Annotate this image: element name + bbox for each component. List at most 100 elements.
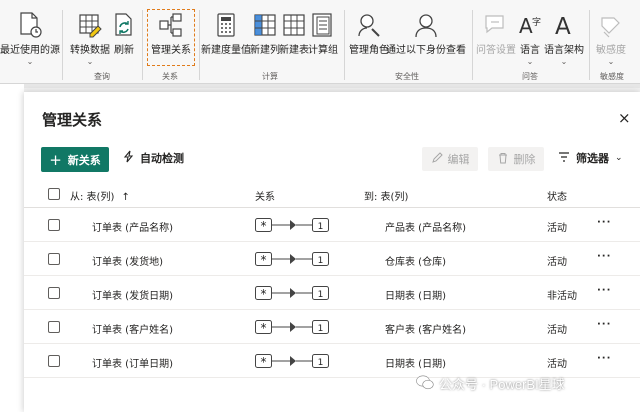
- group-label-security: 安全性: [395, 72, 419, 81]
- chevron-down-icon: ⌄: [86, 57, 94, 66]
- row-to: 产品表 (产品名称): [385, 223, 466, 234]
- trash-icon: [497, 152, 509, 167]
- table-row[interactable]: 订单表 (发货日期) * 1 日期表 (日期) 非活动 ···: [24, 276, 640, 310]
- transform-data-button[interactable]: 转换数据 ⌄: [68, 10, 112, 66]
- view-as-label: 通过以下身份查看: [386, 45, 466, 56]
- many-to-one-icon: * 1: [255, 286, 329, 301]
- row-checkbox[interactable]: [48, 355, 60, 367]
- language-button[interactable]: A字 语言 ⌄: [518, 10, 542, 66]
- row-checkbox[interactable]: [48, 321, 60, 333]
- row-checkbox[interactable]: [48, 219, 60, 231]
- new-column-icon: [252, 10, 278, 40]
- pencil-icon: [431, 151, 443, 167]
- row-status: 活动: [547, 325, 567, 336]
- new-column-button[interactable]: 新建列: [250, 10, 280, 56]
- cardinality-many: *: [261, 355, 267, 369]
- calculation-group-button[interactable]: 计算组: [308, 10, 338, 56]
- linguistic-schema-button[interactable]: A 语言架构 ⌄: [544, 10, 584, 66]
- row-checkbox[interactable]: [48, 253, 60, 265]
- row-status: 活动: [547, 359, 567, 370]
- more-options-button[interactable]: ···: [597, 285, 611, 296]
- delete-button[interactable]: 删除: [488, 147, 544, 171]
- sensitivity-button[interactable]: 敏感度 ⌄: [594, 10, 628, 66]
- table-row[interactable]: 订单表 (发货地) * 1 仓库表 (仓库) 活动 ···: [24, 242, 640, 276]
- column-header-to: 到: 表(列): [364, 192, 409, 203]
- recent-sources-icon: [17, 10, 43, 40]
- group-separator: [142, 10, 143, 80]
- edit-button[interactable]: 编辑: [422, 147, 478, 171]
- chevron-down-icon: ⌄: [615, 153, 623, 163]
- dialog-title: 管理关系: [42, 111, 103, 129]
- more-options-button[interactable]: ···: [597, 217, 611, 228]
- column-header-from-label: 从: 表(列): [70, 192, 115, 203]
- svg-text:字: 字: [532, 16, 541, 28]
- more-options-button[interactable]: ···: [597, 251, 611, 262]
- manage-roles-label: 管理角色: [349, 45, 389, 56]
- group-separator: [344, 10, 345, 80]
- language-icon: A字: [517, 10, 543, 40]
- row-status: 活动: [547, 257, 567, 268]
- refresh-icon: [112, 10, 136, 40]
- filter-button[interactable]: 筛选器 ⌄: [558, 150, 623, 166]
- new-measure-button[interactable]: 新建度量值: [201, 10, 251, 56]
- recent-sources-label: 最近使用的源: [0, 45, 60, 56]
- more-options-button[interactable]: ···: [597, 319, 611, 330]
- cardinality-many: *: [261, 321, 267, 335]
- recent-sources-button[interactable]: 最近使用的源 ⌄: [0, 10, 60, 66]
- row-status: 非活动: [547, 291, 577, 302]
- qa-setup-button[interactable]: 问答设置: [476, 10, 516, 56]
- column-header-from[interactable]: 从: 表(列) ↑: [70, 188, 130, 203]
- new-measure-label: 新建度量值: [201, 45, 251, 56]
- new-table-icon: [281, 10, 307, 40]
- table-row[interactable]: 订单表 (订单日期) * 1 日期表 (日期) 活动 ···: [24, 344, 640, 378]
- more-options-button[interactable]: ···: [597, 353, 611, 364]
- row-from: 订单表 (产品名称): [92, 223, 173, 234]
- autodetect-button[interactable]: 自动检测: [123, 150, 184, 166]
- cardinality-one: 1: [318, 222, 324, 232]
- row-checkbox[interactable]: [48, 287, 60, 299]
- column-header-relation: 关系: [255, 192, 275, 203]
- manage-roles-button[interactable]: 管理角色: [349, 10, 389, 56]
- table-row[interactable]: 订单表 (客户姓名) * 1 客户表 (客户姓名) 活动 ···: [24, 310, 640, 344]
- new-relationship-button[interactable]: + 新关系: [41, 147, 109, 172]
- cardinality-diagram: * 1: [255, 216, 329, 237]
- cardinality-many: *: [261, 253, 267, 267]
- edit-label: 编辑: [447, 153, 470, 166]
- view-as-button[interactable]: 通过以下身份查看: [386, 10, 466, 56]
- new-table-button[interactable]: 新建表: [279, 10, 309, 56]
- many-to-one-icon: * 1: [255, 354, 329, 369]
- row-status: 活动: [547, 223, 567, 234]
- manage-roles-icon: [356, 10, 382, 40]
- group-label-qa: 问答: [522, 72, 538, 81]
- chevron-down-icon: ⌄: [607, 57, 615, 66]
- many-to-one-icon: * 1: [255, 252, 329, 267]
- close-icon[interactable]: ×: [618, 109, 631, 127]
- calculation-group-icon: [310, 10, 336, 40]
- manage-relationships-button[interactable]: 管理关系: [150, 10, 192, 56]
- row-to: 日期表 (日期): [385, 291, 446, 302]
- plus-icon: +: [49, 150, 62, 169]
- new-column-label: 新建列: [250, 45, 280, 56]
- group-label-calculations: 计算: [262, 72, 278, 81]
- qa-setup-icon: [483, 10, 509, 40]
- group-separator: [472, 10, 473, 80]
- refresh-button[interactable]: 刷新: [112, 10, 136, 56]
- manage-relationships-dialog: 管理关系 × + 新关系 自动检测 编辑 删除 筛选器 ⌄ 从: 表(列) ↑ …: [24, 92, 640, 412]
- delete-label: 删除: [513, 153, 536, 166]
- linguistic-schema-label: 语言架构: [544, 45, 584, 56]
- group-label-query: 查询: [94, 72, 110, 81]
- watermark: 公众号 · PowerBI星球: [416, 374, 565, 393]
- table-row[interactable]: 订单表 (产品名称) * 1 产品表 (产品名称) 活动 ···: [24, 208, 640, 242]
- cardinality-diagram: * 1: [255, 352, 329, 373]
- calculation-group-label: 计算组: [308, 45, 338, 56]
- language-label: 语言: [520, 45, 540, 56]
- row-from: 订单表 (订单日期): [92, 359, 173, 370]
- group-label-sensitivity: 敏感度: [600, 72, 624, 81]
- lightning-icon: [123, 150, 134, 166]
- filter-label: 筛选器: [576, 152, 609, 165]
- select-all-checkbox[interactable]: [48, 188, 60, 200]
- cardinality-one: 1: [318, 358, 324, 368]
- sort-up-arrow-icon: ↑: [121, 192, 130, 203]
- group-label-relationships: 关系: [162, 72, 178, 81]
- cardinality-diagram: * 1: [255, 250, 329, 271]
